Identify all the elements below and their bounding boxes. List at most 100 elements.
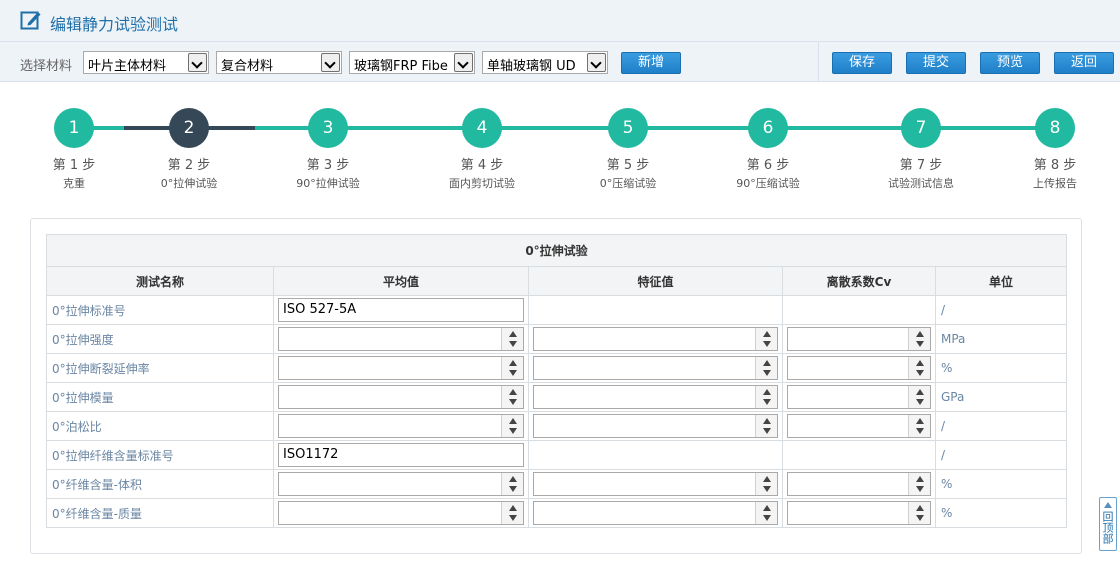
row-name: 0°拉伸断裂延伸率 [46,353,274,383]
spinner-buttons[interactable] [908,415,930,437]
spin-up-icon[interactable] [916,360,924,366]
char-number-input[interactable] [533,385,778,409]
spin-up-icon[interactable] [916,331,924,337]
spinner-buttons[interactable] [755,386,777,408]
cv-number-input[interactable] [787,327,931,351]
cv-number-input[interactable] [787,472,931,496]
avg-number-input[interactable] [278,327,524,351]
step-2-circle[interactable]: 2 [169,108,209,148]
step-7-circle[interactable]: 7 [901,108,941,148]
avg-number-input[interactable] [278,414,524,438]
spin-down-icon[interactable] [509,399,517,405]
spinner-buttons[interactable] [501,502,523,524]
spin-down-icon[interactable] [509,428,517,434]
spinner-buttons[interactable] [501,328,523,350]
row-name: 0°拉伸标准号 [46,295,274,325]
step-3-circle[interactable]: 3 [308,108,348,148]
spinner-buttons[interactable] [501,473,523,495]
spin-down-icon[interactable] [763,428,771,434]
spinner-buttons[interactable] [501,415,523,437]
material-select-2[interactable]: 复合材料 [216,51,342,74]
spin-up-icon[interactable] [509,418,517,424]
spin-down-icon[interactable] [916,370,924,376]
spin-down-icon[interactable] [509,515,517,521]
spin-up-icon[interactable] [509,476,517,482]
spin-down-icon[interactable] [763,515,771,521]
spin-up-icon[interactable] [763,389,771,395]
submit-button[interactable]: 提交 [906,52,966,74]
spin-up-icon[interactable] [916,476,924,482]
step-1-circle[interactable]: 1 [54,108,94,148]
step-progress: 1 2 3 4 5 6 7 8 第 1 步 第 2 步 第 3 步 第 4 步 … [0,100,1120,200]
spinner-buttons[interactable] [501,357,523,379]
back-button[interactable]: 返回 [1054,52,1114,74]
spin-down-icon[interactable] [916,399,924,405]
spin-down-icon[interactable] [916,515,924,521]
spin-down-icon[interactable] [509,370,517,376]
spin-up-icon[interactable] [763,505,771,511]
step-4-circle[interactable]: 4 [462,108,502,148]
page-title: 编辑静力试验测试 [50,15,179,34]
spin-up-icon[interactable] [509,331,517,337]
spin-up-icon[interactable] [509,505,517,511]
spin-down-icon[interactable] [763,341,771,347]
spin-down-icon[interactable] [916,486,924,492]
spin-up-icon[interactable] [509,389,517,395]
step-5-circle[interactable]: 5 [608,108,648,148]
spin-up-icon[interactable] [916,389,924,395]
avg-text-input[interactable]: ISO 527-5A [278,298,524,322]
spinner-buttons[interactable] [755,415,777,437]
char-number-input[interactable] [533,356,778,380]
row-name: 0°泊松比 [46,411,274,441]
char-number-input[interactable] [533,414,778,438]
step-1-label: 第 1 步 [52,158,96,173]
back-to-top-button[interactable]: 回顶部 [1099,497,1117,551]
cv-number-input[interactable] [787,356,931,380]
step-8-circle[interactable]: 8 [1035,108,1075,148]
char-number-input[interactable] [533,327,778,351]
spinner-buttons[interactable] [755,328,777,350]
add-button[interactable]: 新增 [621,52,681,74]
save-button[interactable]: 保存 [832,52,892,74]
char-number-input[interactable] [533,472,778,496]
spin-down-icon[interactable] [763,370,771,376]
spin-down-icon[interactable] [916,341,924,347]
spinner-buttons[interactable] [755,502,777,524]
avg-number-input[interactable] [278,356,524,380]
avg-number-input[interactable] [278,472,524,496]
spin-up-icon[interactable] [763,331,771,337]
spin-up-icon[interactable] [509,360,517,366]
spin-down-icon[interactable] [509,341,517,347]
avg-number-input[interactable] [278,385,524,409]
spin-up-icon[interactable] [763,360,771,366]
step-6-circle[interactable]: 6 [748,108,788,148]
spin-up-icon[interactable] [763,418,771,424]
material-select-3[interactable]: 玻璃钢FRP Fibe [349,51,475,74]
spinner-buttons[interactable] [908,473,930,495]
material-select-4[interactable]: 单轴玻璃钢 UD [482,51,608,74]
avg-number-input[interactable] [278,501,524,525]
avg-text-input[interactable]: ISO1172 [278,443,524,467]
preview-button[interactable]: 预览 [980,52,1040,74]
spinner-buttons[interactable] [755,357,777,379]
spinner-buttons[interactable] [755,473,777,495]
spin-down-icon[interactable] [763,486,771,492]
spinner-buttons[interactable] [908,502,930,524]
spin-up-icon[interactable] [763,476,771,482]
spin-up-icon[interactable] [916,505,924,511]
step-5-label: 第 5 步 [606,158,650,173]
char-number-input[interactable] [533,501,778,525]
cv-number-input[interactable] [787,414,931,438]
material-select-1[interactable]: 叶片主体材料 [83,51,209,74]
spin-down-icon[interactable] [509,486,517,492]
spin-up-icon[interactable] [916,418,924,424]
spinner-buttons[interactable] [501,386,523,408]
spinner-buttons[interactable] [908,357,930,379]
spinner-buttons[interactable] [908,328,930,350]
spinner-buttons[interactable] [908,386,930,408]
table-row: 0°拉伸模量 GPa [46,382,1067,412]
cv-number-input[interactable] [787,385,931,409]
spin-down-icon[interactable] [916,428,924,434]
spin-down-icon[interactable] [763,399,771,405]
cv-number-input[interactable] [787,501,931,525]
